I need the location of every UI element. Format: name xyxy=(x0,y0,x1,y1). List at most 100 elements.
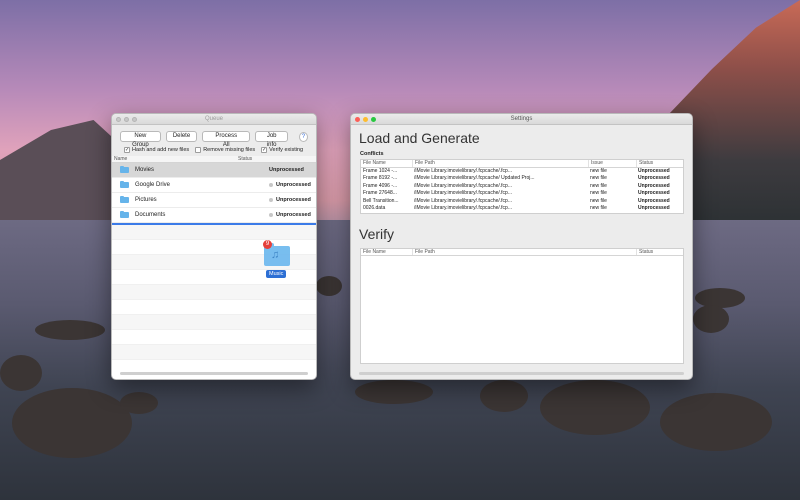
column-header-name[interactable]: Name xyxy=(112,156,238,162)
load-and-generate-heading: Load and Generate xyxy=(359,130,480,146)
table-row[interactable]: Frame 8192 -... /iMovie Library.imovieli… xyxy=(361,175,683,183)
cell-issue: new file xyxy=(590,197,607,204)
wallpaper-rock xyxy=(12,388,132,458)
cell-issue: new file xyxy=(590,182,607,189)
cell-file-path: /iMovie Library.imovielibrary/.fcpcache/… xyxy=(414,182,512,189)
settings-window: Settings Load and Generate Conflicts Fil… xyxy=(350,113,693,380)
verify-heading: Verify xyxy=(359,225,395,242)
column-header-status[interactable]: Status xyxy=(238,156,252,162)
column-header-status[interactable]: Status xyxy=(636,160,683,167)
queue-row[interactable]: Google Drive Unprocessed xyxy=(112,178,316,193)
table-row[interactable]: Frame 27648... /iMovie Library.imovielib… xyxy=(361,190,683,198)
conflicts-table-header: File Name File Path Issue Status xyxy=(361,160,683,168)
status-dot-icon xyxy=(269,213,273,217)
wallpaper-rock xyxy=(540,380,650,435)
cell-issue: new file xyxy=(590,205,607,211)
drag-count-badge: 9 xyxy=(263,240,272,249)
queue-row-status: Unprocessed xyxy=(276,197,311,203)
cell-file-path: /iMovie Library.imovielibrary/.fcpcache/… xyxy=(414,190,512,196)
table-row[interactable]: Bell Transition... /iMovie Library.imovi… xyxy=(361,198,683,206)
dragged-folder-label: Music xyxy=(266,270,287,278)
cell-status: Unprocessed xyxy=(638,175,670,181)
checkbox-checked-icon: ✓ xyxy=(124,147,130,153)
empty-row xyxy=(112,330,316,345)
conflicts-label: Conflicts xyxy=(360,151,384,157)
conflicts-table[interactable]: File Name File Path Issue Status Frame 1… xyxy=(360,159,684,214)
queue-row-status: Unprocessed xyxy=(276,182,311,188)
cell-status: Unprocessed xyxy=(638,182,670,189)
cell-file-path: /iMovie Library.imovielibrary/.fcpcache/… xyxy=(414,205,512,211)
queue-titlebar[interactable]: Queue xyxy=(112,114,316,125)
horizontal-scrollbar[interactable] xyxy=(120,372,308,375)
table-row[interactable]: Frame 1024 -... /iMovie Library.imovieli… xyxy=(361,168,683,176)
cell-issue: new file xyxy=(590,190,607,196)
queue-row-name: Google Drive xyxy=(135,182,171,188)
help-button[interactable]: ? xyxy=(298,131,308,142)
cell-file-name: 0026.data xyxy=(363,205,386,211)
column-header-file-path[interactable]: File Path xyxy=(412,248,636,255)
empty-row xyxy=(112,285,316,300)
cell-file-name: Bell Transition... xyxy=(363,197,399,204)
queue-row[interactable]: Movies Unprocessed xyxy=(112,163,316,178)
wallpaper-rock xyxy=(120,392,158,414)
folder-icon xyxy=(120,211,129,218)
queue-row-name: Movies xyxy=(135,167,155,173)
job-info-button[interactable]: Job info xyxy=(255,131,288,148)
minimize-button[interactable] xyxy=(363,117,368,122)
queue-table-header: Name Status xyxy=(112,156,316,163)
queue-window-title: Queue xyxy=(204,116,223,122)
wallpaper-rock xyxy=(35,320,105,340)
column-header-issue[interactable]: Issue xyxy=(588,160,636,167)
hash-and-add-checkbox[interactable]: ✓ Hash and add new files xyxy=(124,147,189,153)
empty-row xyxy=(112,345,316,360)
column-header-status[interactable]: Status xyxy=(636,248,683,255)
music-note-icon: ♫ xyxy=(271,249,280,261)
column-header-file-name[interactable]: File Name xyxy=(361,160,412,167)
cell-status: Unprocessed xyxy=(638,190,670,196)
dragged-folder[interactable]: ♫ 9 Music xyxy=(262,240,292,280)
checkbox-unchecked-icon xyxy=(195,147,202,153)
folder-icon xyxy=(120,181,129,188)
delete-button[interactable]: Delete xyxy=(165,131,198,142)
column-header-file-name[interactable]: File Name xyxy=(361,249,412,256)
zoom-button[interactable] xyxy=(132,117,137,122)
settings-titlebar[interactable]: Settings xyxy=(351,114,692,125)
table-row[interactable]: 0026.data /iMovie Library.imovielibrary/… xyxy=(361,205,683,213)
remove-missing-checkbox[interactable]: Remove missing files xyxy=(195,147,255,153)
window-controls xyxy=(116,117,137,122)
cell-file-name: Frame 4096 -... xyxy=(363,182,398,189)
cell-file-path: /iMovie Library.imovielibrary/.fcpcache/… xyxy=(414,167,512,174)
new-group-button[interactable]: New Group xyxy=(120,131,161,148)
cell-issue: new file xyxy=(590,175,607,181)
folder-icon xyxy=(120,166,129,173)
close-button[interactable] xyxy=(355,117,360,122)
wallpaper-rock xyxy=(660,393,772,451)
settings-window-title: Settings xyxy=(510,116,533,122)
queue-row-name: Pictures xyxy=(135,197,157,203)
verify-table[interactable]: File Name File Path Status xyxy=(360,247,684,364)
close-button[interactable] xyxy=(116,117,121,122)
queue-row-name: Documents xyxy=(135,212,166,218)
wallpaper-rock xyxy=(480,380,528,412)
table-row[interactable]: Frame 4096 -... /iMovie Library.imovieli… xyxy=(361,183,683,191)
verify-existing-checkbox[interactable]: ✓ Verify existing xyxy=(261,147,303,153)
status-dot-icon xyxy=(269,198,273,202)
cell-status: Unprocessed xyxy=(638,197,670,204)
cell-file-name: Frame 8192 -... xyxy=(363,175,398,181)
empty-row xyxy=(112,225,316,240)
zoom-button[interactable] xyxy=(371,117,376,122)
wallpaper-rock xyxy=(355,380,433,404)
checkbox-label: Verify existing xyxy=(269,147,304,153)
empty-row xyxy=(112,300,316,315)
horizontal-scrollbar[interactable] xyxy=(359,372,684,375)
cell-status: Unprocessed xyxy=(638,167,670,174)
queue-row-status: Unprocessed xyxy=(269,167,304,173)
cell-file-name: Frame 27648... xyxy=(363,190,397,196)
queue-options: ✓ Hash and add new files Remove missing … xyxy=(112,145,316,156)
column-header-file-path[interactable]: File Path xyxy=(412,160,588,167)
process-all-button[interactable]: Process All xyxy=(202,131,251,148)
queue-row[interactable]: Pictures Unprocessed xyxy=(112,193,316,208)
checkbox-checked-icon: ✓ xyxy=(261,147,268,153)
queue-row[interactable]: Documents Unprocessed xyxy=(112,208,316,223)
minimize-button[interactable] xyxy=(124,117,129,122)
